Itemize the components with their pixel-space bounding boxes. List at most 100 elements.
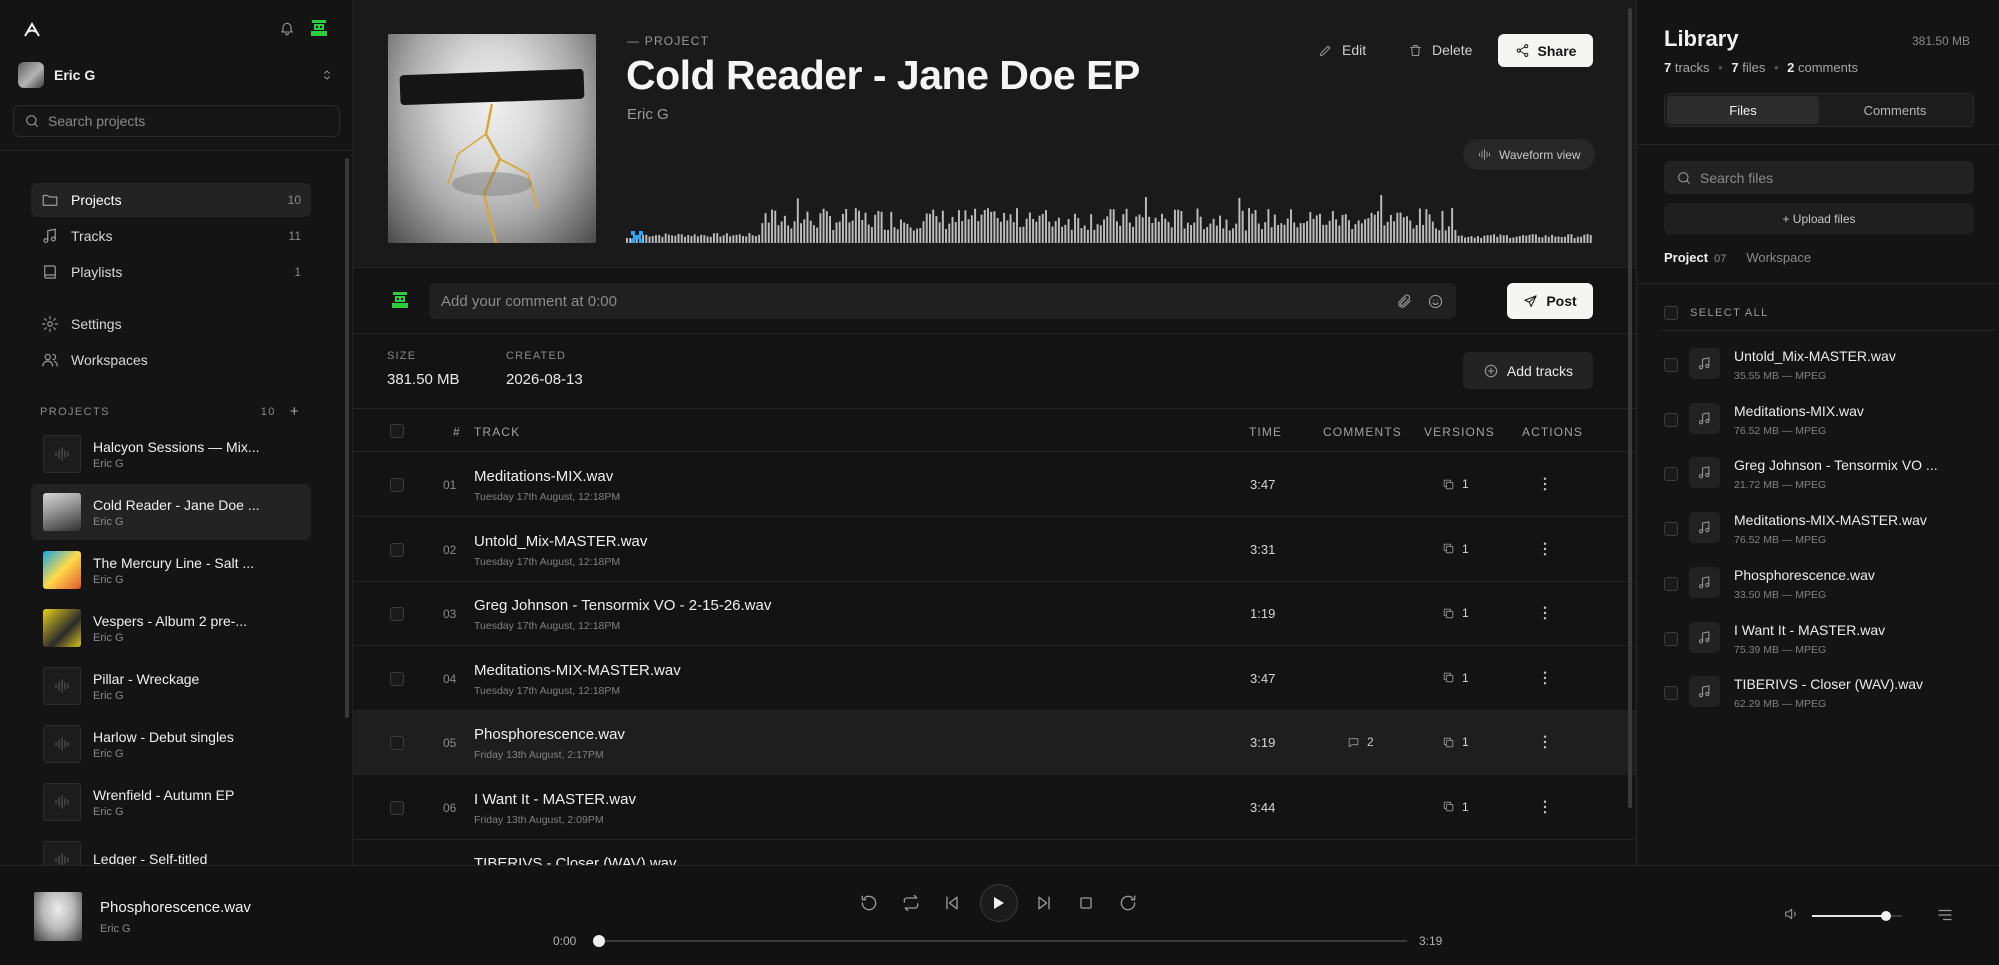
version-count[interactable]: 1 <box>1442 800 1469 814</box>
file-search[interactable] <box>1664 161 1974 194</box>
table-row[interactable]: 01 Meditations-MIX.wav Tuesday 17th August… <box>353 453 1636 517</box>
skip-next-icon[interactable] <box>1034 893 1054 913</box>
emoji-icon[interactable] <box>1427 293 1444 310</box>
file-name[interactable]: TIBERIVS - Closer (WAV).wav <box>1734 676 1923 692</box>
row-checkbox[interactable] <box>390 671 404 686</box>
row-checkbox[interactable] <box>390 607 404 621</box>
table-row[interactable]: 05 Phosphorescence.wav Friday 13th August,… <box>353 711 1636 775</box>
file-checkbox[interactable] <box>1664 522 1678 537</box>
queue-icon[interactable] <box>1936 906 1954 924</box>
main-scrollbar[interactable] <box>1628 8 1632 808</box>
table-row[interactable]: 03 Greg Johnson - Tensormix VO - 2-15-26.… <box>353 582 1636 646</box>
waveform-view-toggle[interactable]: Waveform view <box>1463 139 1595 170</box>
comment-input[interactable] <box>441 292 1382 310</box>
project-list-item[interactable]: Halcyon Sessions — Mix... Eric G <box>31 426 311 482</box>
more-vertical-icon[interactable] <box>1536 798 1554 816</box>
fast-forward-icon[interactable] <box>1118 893 1138 913</box>
paperclip-icon[interactable] <box>1396 293 1413 310</box>
app-logo-icon[interactable] <box>22 20 42 40</box>
table-row[interactable]: 06 I Want It - MASTER.wav Friday 13th Augu… <box>353 776 1636 840</box>
file-name[interactable]: Meditations-MIX-MASTER.wav <box>1734 512 1927 528</box>
nav-item-playlists[interactable]: Playlists 1 <box>31 255 311 289</box>
file-list-item[interactable]: Meditations-MIX.wav 76.52 MB — MPEG <box>1664 395 1994 450</box>
project-list-item[interactable]: Pillar - Wreckage Eric G <box>31 658 311 714</box>
edit-button[interactable]: Edit <box>1318 34 1366 66</box>
play-button[interactable] <box>980 884 1018 922</box>
add-project-icon[interactable]: + <box>290 403 300 420</box>
select-all[interactable]: SELECT ALL <box>1664 306 1769 320</box>
column-header[interactable]: TRACK <box>474 425 520 439</box>
seek-slider[interactable] <box>593 935 1407 947</box>
project-search[interactable] <box>13 105 340 137</box>
file-list-item[interactable]: I Want It - MASTER.wav 75.39 MB — MPEG <box>1664 614 1994 669</box>
sidebar-scrollbar[interactable] <box>345 158 349 718</box>
table-row[interactable]: 02 Untold_Mix-MASTER.wav Tuesday 17th Augu… <box>353 518 1636 582</box>
file-name[interactable]: Meditations-MIX.wav <box>1734 403 1864 419</box>
track-name[interactable]: Greg Johnson - Tensormix VO - 2-15-26.wa… <box>474 597 771 614</box>
volume-handle[interactable] <box>1880 911 1891 921</box>
post-button[interactable]: Post <box>1507 283 1593 319</box>
nav-item-tracks[interactable]: Tracks 11 <box>31 219 311 253</box>
file-list-item[interactable]: Untold_Mix-MASTER.wav 35.55 MB — MPEG <box>1664 340 1994 395</box>
table-row[interactable]: 04 Meditations-MIX-MASTER.wav Tuesday 17th… <box>353 647 1636 711</box>
project-list-item[interactable]: Harlow - Debut singles Eric G <box>31 716 311 772</box>
file-name[interactable]: I Want It - MASTER.wav <box>1734 622 1885 638</box>
volume-slider[interactable] <box>1812 911 1902 921</box>
project-list-item[interactable]: The Mercury Line - Salt ... Eric G <box>31 542 311 598</box>
search-input[interactable] <box>48 113 308 129</box>
rewind-icon[interactable] <box>859 893 879 913</box>
skip-previous-icon[interactable] <box>942 893 962 913</box>
delete-button[interactable]: Delete <box>1408 34 1472 66</box>
share-button[interactable]: Share <box>1498 34 1593 67</box>
project-list-item[interactable]: Ledger - Self-titled <box>31 832 311 865</box>
file-checkbox[interactable] <box>1664 412 1678 427</box>
track-name[interactable]: Meditations-MIX-MASTER.wav <box>474 662 681 679</box>
row-checkbox[interactable] <box>390 736 404 750</box>
tab-comments[interactable]: Comments <box>1819 96 1971 124</box>
file-checkbox[interactable] <box>1664 358 1678 372</box>
row-checkbox[interactable] <box>390 800 404 815</box>
more-vertical-icon[interactable] <box>1536 540 1554 558</box>
version-count[interactable]: 1 <box>1442 735 1469 749</box>
waveform-display[interactable] <box>626 193 1593 245</box>
column-header[interactable]: TIME <box>1249 425 1282 439</box>
select-all-checkbox[interactable] <box>1664 306 1678 320</box>
nav-item-projects[interactable]: Projects 10 <box>31 183 311 217</box>
scope-project[interactable]: Project <box>1664 250 1708 265</box>
select-all-tracks-checkbox[interactable] <box>390 424 404 438</box>
file-checkbox[interactable] <box>1664 631 1678 646</box>
more-vertical-icon[interactable] <box>1536 669 1554 687</box>
project-list-item[interactable]: Cold Reader - Jane Doe ... Eric G <box>31 484 311 540</box>
version-count[interactable]: 1 <box>1442 606 1469 620</box>
scope-workspace[interactable]: Workspace <box>1746 250 1811 265</box>
add-tracks-button[interactable]: Add tracks <box>1463 352 1593 389</box>
version-count[interactable]: 1 <box>1442 671 1469 685</box>
more-vertical-icon[interactable] <box>1536 733 1554 751</box>
file-list-item[interactable]: Phosphorescence.wav 33.50 MB — MPEG <box>1664 559 1994 614</box>
more-vertical-icon[interactable] <box>1536 604 1554 622</box>
track-name[interactable]: Meditations-MIX.wav <box>474 468 613 485</box>
file-checkbox[interactable] <box>1664 467 1678 482</box>
track-name[interactable]: TIBERIVS - Closer (WAV).wav <box>474 855 677 865</box>
bell-icon[interactable] <box>279 20 295 36</box>
search-files-input[interactable] <box>1700 169 1960 186</box>
stop-icon[interactable] <box>1076 893 1096 913</box>
version-count[interactable]: 1 <box>1442 542 1469 556</box>
row-checkbox[interactable] <box>390 478 404 492</box>
file-name[interactable]: Phosphorescence.wav <box>1734 567 1875 583</box>
track-name[interactable]: Phosphorescence.wav <box>474 726 625 743</box>
file-checkbox[interactable] <box>1664 686 1678 701</box>
table-row[interactable]: 07TIBERIVS - Closer (WAV).wav <box>353 840 1636 865</box>
project-list-item[interactable]: Wrenfield - Autumn EP Eric G <box>31 774 311 830</box>
nav-item-settings[interactable]: Settings <box>31 307 311 341</box>
repeat-icon[interactable] <box>901 893 921 913</box>
track-name[interactable]: Untold_Mix-MASTER.wav <box>474 533 647 550</box>
comment-field[interactable] <box>429 283 1456 319</box>
file-name[interactable]: Untold_Mix-MASTER.wav <box>1734 348 1896 364</box>
version-count[interactable]: 1 <box>1442 477 1469 491</box>
row-checkbox[interactable] <box>390 542 404 557</box>
upload-files-button[interactable]: + Upload files <box>1664 203 1974 234</box>
seek-handle[interactable] <box>593 935 605 947</box>
user-switcher[interactable]: Eric G <box>18 62 334 88</box>
nav-item-workspaces[interactable]: Workspaces <box>31 343 311 377</box>
